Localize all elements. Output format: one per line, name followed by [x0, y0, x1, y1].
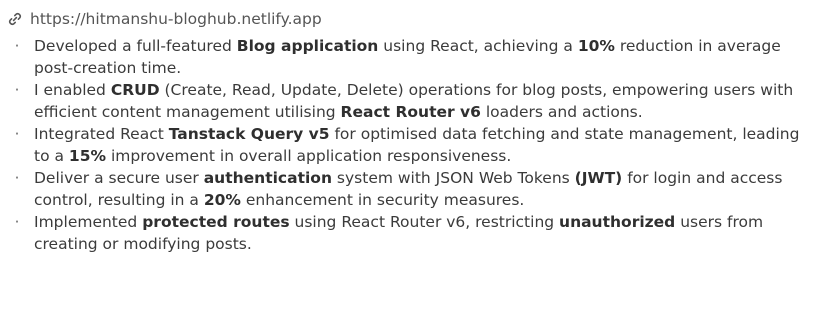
text-segment: system with JSON Web Tokens	[331, 169, 575, 187]
bold-text: Blog application	[236, 37, 379, 55]
text-segment: enhancement in security measures.	[240, 191, 525, 209]
project-link-row: https://hitmanshu-bloghub.netlify.app	[4, 5, 828, 33]
bullet-dot: ·	[14, 169, 20, 187]
text-segment: Developed a full-featured	[34, 37, 237, 55]
bold-text: 20%	[203, 191, 241, 209]
text-segment: loaders and actions.	[480, 103, 643, 121]
bullet-dot: ·	[14, 37, 20, 55]
list-item: · Developed a full-featured Blog applicat…	[4, 35, 804, 79]
list-item: · Implemented protected routes using Reac…	[4, 211, 804, 255]
bold-text: authentication	[203, 169, 332, 187]
list-item: · I enabled CRUD (Create, Read, Update, D…	[4, 79, 804, 123]
bold-text: Tanstack Query v5	[168, 125, 330, 143]
text-segment: I enabled	[34, 81, 111, 99]
bold-text: 15%	[68, 147, 107, 165]
project-section: https://hitmanshu-bloghub.netlify.app · D…	[0, 0, 828, 334]
project-url-link[interactable]: https://hitmanshu-bloghub.netlify.app	[30, 10, 322, 28]
text-segment: using React, achieving a	[378, 37, 578, 55]
bold-text: protected routes	[142, 213, 290, 231]
text-segment: using React Router v6, restricting	[289, 213, 560, 231]
bold-text: unauthorized	[559, 213, 676, 231]
bullet-dot: ·	[14, 213, 20, 231]
list-item: · Deliver a secure user authentication sy…	[4, 167, 804, 211]
text-segment: Implemented	[34, 213, 143, 231]
text-segment: improvement in overall application respo…	[106, 147, 512, 165]
bold-text: (JWT)	[574, 169, 623, 187]
bullet-dot: ·	[14, 81, 20, 99]
text-segment: Integrated React	[34, 125, 169, 143]
achievement-list: · Developed a full-featured Blog applicat…	[4, 35, 828, 255]
link-icon	[4, 8, 26, 30]
text-segment: Deliver a secure user	[34, 169, 204, 187]
bold-text: CRUD	[110, 81, 160, 99]
list-item: · Integrated React Tanstack Query v5 for …	[4, 123, 804, 167]
bold-text: React Router v6	[340, 103, 481, 121]
bullet-dot: ·	[14, 125, 20, 143]
bold-text: 10%	[577, 37, 615, 55]
